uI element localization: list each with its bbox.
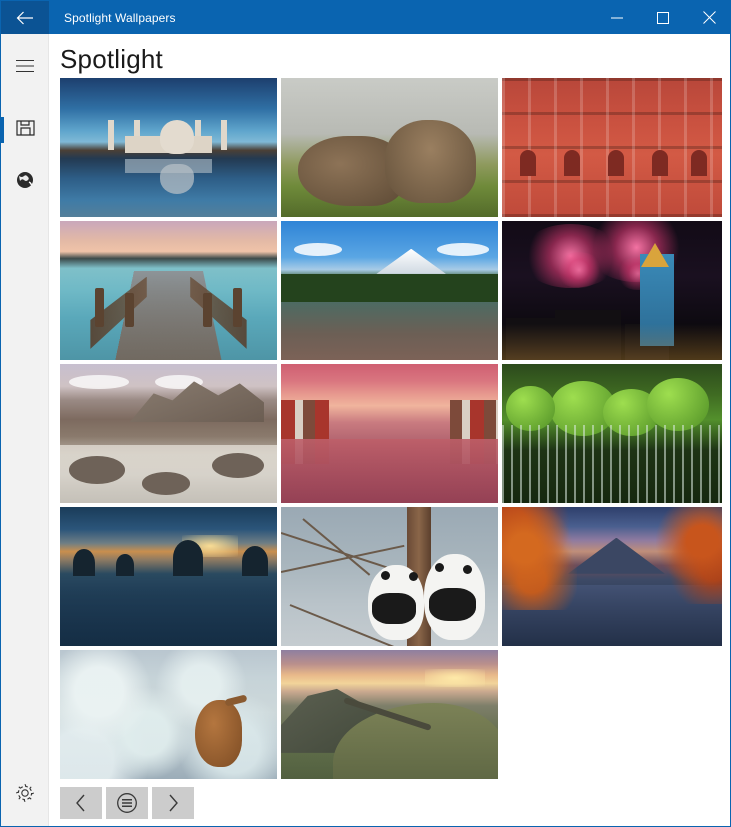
maximize-icon: [657, 11, 669, 24]
bottom-bar: [50, 779, 730, 826]
sidebar-item-online-wallpapers[interactable]: [1, 158, 49, 206]
minimize-button[interactable]: [594, 1, 640, 34]
globe-icon: [16, 171, 34, 194]
photo-taj-mahal: [60, 78, 277, 217]
chevron-left-icon: [73, 793, 89, 813]
photo-fireworks: [502, 221, 722, 360]
wallpaper-tile[interactable]: [502, 507, 722, 646]
chevron-right-icon: [165, 793, 181, 813]
close-icon: [702, 11, 716, 24]
sidebar-bottom: [1, 771, 49, 819]
photo-mountain-stream: [60, 364, 277, 503]
wallpaper-tile[interactable]: [60, 507, 277, 646]
selection-indicator: [1, 117, 4, 143]
sidebar-item-settings[interactable]: [1, 771, 49, 819]
wallpaper-tile[interactable]: [281, 364, 498, 503]
app-window: Spotlight Wallpapers Spotlight: [0, 0, 731, 827]
wallpaper-tile[interactable]: [60, 364, 277, 503]
wallpaper-tile[interactable]: [60, 221, 277, 360]
wallpaper-tile[interactable]: [281, 78, 498, 217]
wallpaper-tile[interactable]: [281, 650, 498, 789]
photo-hawa-mahal: [502, 78, 722, 217]
close-button[interactable]: [686, 1, 730, 34]
previous-button[interactable]: [60, 787, 102, 819]
wallpaper-tile[interactable]: [281, 221, 498, 360]
photo-pandas: [281, 507, 498, 646]
circled-menu-icon: [116, 792, 138, 814]
photo-stone-wall-ridge: [281, 650, 498, 789]
menu-button[interactable]: [106, 787, 148, 819]
photo-riverside-houses: [281, 364, 498, 503]
sidebar-item-saved-wallpapers[interactable]: [1, 106, 49, 154]
wallpaper-tile[interactable]: [502, 221, 722, 360]
wallpaper-grid: [60, 78, 728, 789]
sidebar-item-hamburger-menu[interactable]: [1, 44, 49, 92]
photo-autumn-lake: [502, 507, 722, 646]
window-title: Spotlight Wallpapers: [64, 10, 176, 25]
minimize-icon: [611, 12, 623, 24]
back-button[interactable]: [1, 1, 49, 34]
hamburger-icon: [16, 59, 34, 78]
wallpaper-tile[interactable]: [502, 78, 722, 217]
page-title: Spotlight: [60, 44, 163, 74]
maximize-button[interactable]: [640, 1, 686, 34]
gear-icon: [15, 783, 35, 808]
photo-mossy-waterfall: [502, 364, 722, 503]
wallpaper-tile[interactable]: [60, 78, 277, 217]
title-bar: Spotlight Wallpapers: [1, 1, 730, 34]
sidebar: [1, 34, 49, 826]
wallpaper-tile[interactable]: [502, 364, 722, 503]
photo-misty-lake: [60, 507, 277, 646]
photo-mountain-lake: [281, 221, 498, 360]
content-area: Spotlight: [50, 34, 730, 826]
wallpaper-tile[interactable]: [60, 650, 277, 789]
next-button[interactable]: [152, 787, 194, 819]
window-controls: [594, 1, 730, 34]
photo-pier: [60, 221, 277, 360]
back-arrow-icon: [16, 11, 34, 25]
photo-marmots: [281, 78, 498, 217]
save-folder-icon: [15, 119, 35, 141]
photo-hare-in-frost: [60, 650, 277, 789]
wallpaper-tile[interactable]: [281, 507, 498, 646]
